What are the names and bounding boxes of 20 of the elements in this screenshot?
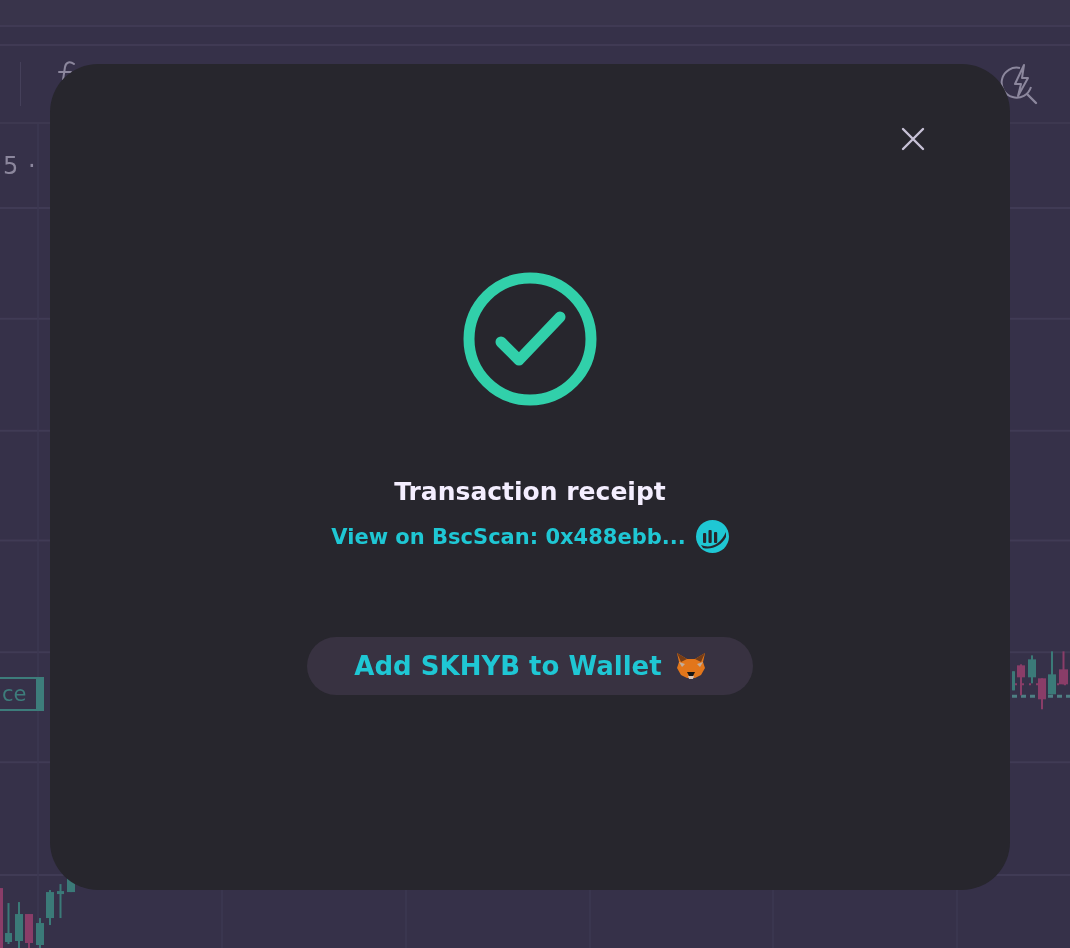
candle [36,918,44,948]
check-circle-icon [463,272,597,406]
close-icon [901,127,925,151]
candle [5,903,12,944]
explorer-link[interactable]: View on BscScan: 0x488ebb... [331,522,686,551]
candle [1048,651,1056,695]
fox-icon [675,652,706,680]
candle [1028,655,1036,684]
dialog-title: Transaction receipt [394,476,666,508]
chart-logo-icon [695,520,729,553]
price-label: ce [0,677,45,711]
bolt-search-icon[interactable] [1000,63,1038,105]
candle [25,914,33,948]
candle [15,902,23,948]
candle [46,890,54,926]
add-to-wallet-button[interactable]: Add SKHYB to Wallet [307,637,753,695]
function-icon[interactable] [57,60,77,80]
candle [0,888,3,948]
candle [1012,671,1015,691]
chart-legend: 5 · [3,152,37,180]
